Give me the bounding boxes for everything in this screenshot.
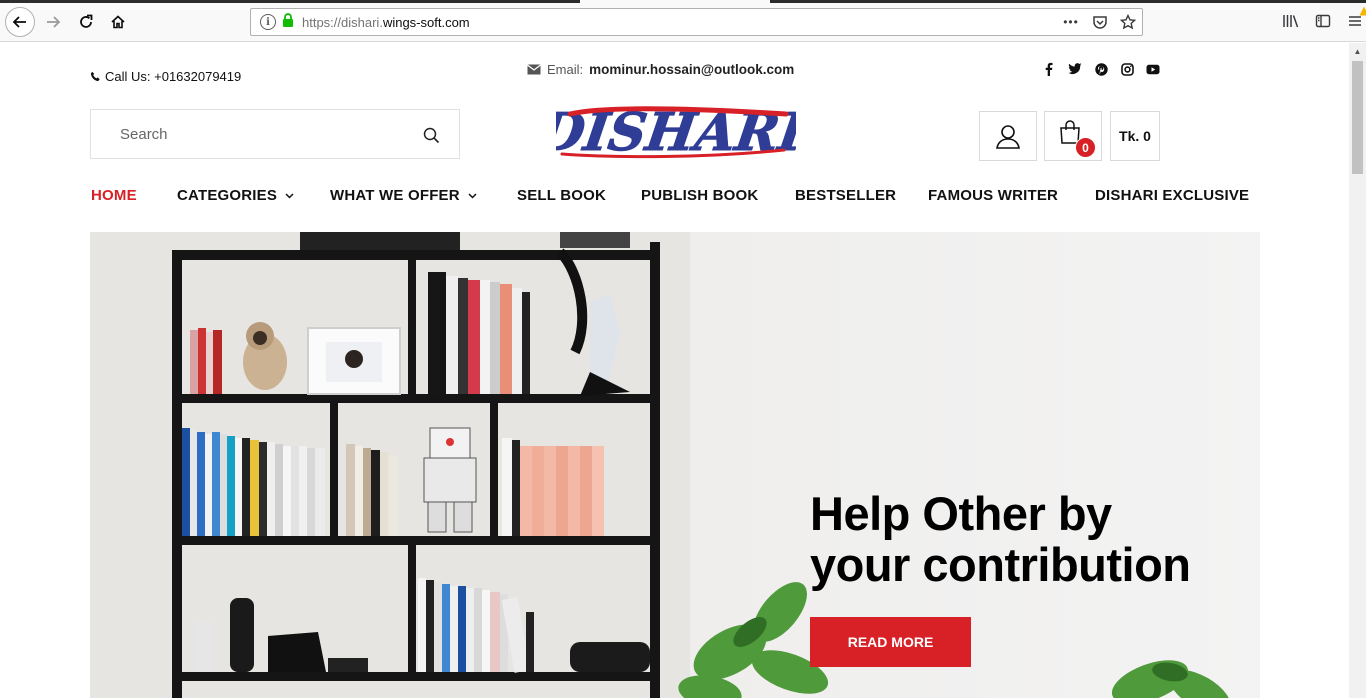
nav-dishari-exclusive[interactable]: DISHARI EXCLUSIVE: [1095, 187, 1249, 204]
reload-icon: [80, 14, 93, 28]
read-more-button[interactable]: READ MORE: [810, 617, 971, 667]
top-info-bar: Call Us: +01632079419 Email: mominur.hos…: [90, 43, 1260, 103]
nav-categories-label: CATEGORIES: [177, 187, 278, 204]
nav-what-we-offer-label: WHAT WE OFFER: [330, 187, 460, 204]
hero-title: Help Other by your contribution: [810, 488, 1191, 590]
nav-publish-book-label: PUBLISH BOOK: [641, 187, 759, 204]
vertical-scrollbar[interactable]: ▲: [1349, 43, 1366, 698]
arrow-left-icon: [12, 16, 26, 28]
cart-count-badge: 0: [1075, 137, 1096, 158]
browser-toolbar: i https://dishari.wings-soft.com •••: [0, 0, 1366, 42]
nav-famous-writer-label: FAMOUS WRITER: [928, 187, 1059, 204]
hero-title-line-2: your contribution: [810, 538, 1191, 591]
menu-icon[interactable]: [1344, 6, 1366, 32]
envelope-icon: [527, 64, 541, 75]
back-button[interactable]: [5, 7, 35, 37]
nav-bestseller-label: BESTSELLER: [795, 187, 897, 204]
nav-dishari-exclusive-label: DISHARI EXCLUSIVE: [1095, 187, 1250, 204]
email-address[interactable]: mominur.hossain@outlook.com: [589, 62, 794, 77]
search-icon[interactable]: [421, 125, 441, 145]
account-button[interactable]: [979, 111, 1037, 161]
toolbar-right: [1280, 6, 1366, 32]
arrow-right-icon: [47, 16, 61, 28]
hero-title-line-1: Help Other by: [810, 487, 1112, 540]
email-label: Email:: [547, 62, 584, 77]
cart-total[interactable]: Tk. 0: [1110, 111, 1160, 161]
call-us-text: Call Us: +01632079419: [105, 69, 242, 84]
email-info: Email: mominur.hossain@outlook.com: [527, 62, 794, 77]
cart-button[interactable]: 0: [1044, 111, 1102, 161]
facebook-icon[interactable]: [1042, 62, 1056, 76]
info-icon[interactable]: i: [260, 14, 276, 30]
library-icon[interactable]: [1280, 10, 1302, 32]
page-actions-icon[interactable]: •••: [1060, 12, 1082, 32]
home-icon: [111, 15, 125, 29]
active-tab-indicator: [580, 0, 770, 3]
hero-slider: Help Other by your contribution READ MOR…: [90, 232, 1260, 698]
scrollbar-thumb[interactable]: [1352, 61, 1363, 174]
nav-sell-book-label: SELL BOOK: [517, 187, 607, 204]
forward-button[interactable]: [38, 7, 68, 37]
url-domain: wings-soft.com: [382, 14, 470, 30]
site-logo[interactable]: DISHARI: [556, 100, 796, 162]
url-prefix: https://dishari.: [302, 14, 383, 30]
lock-icon: [282, 12, 294, 32]
pinterest-icon[interactable]: [1094, 62, 1108, 76]
web-page: Call Us: +01632079419 Email: mominur.hos…: [0, 43, 1349, 698]
reload-button[interactable]: [71, 7, 101, 37]
chevron-down-icon: [285, 192, 294, 199]
scroll-up-arrow-icon[interactable]: ▲: [1349, 43, 1366, 60]
call-us: Call Us: +01632079419: [90, 69, 241, 84]
nav-publish-book[interactable]: PUBLISH BOOK: [641, 187, 758, 204]
sidebar-icon[interactable]: [1312, 10, 1334, 32]
chevron-down-icon: [468, 192, 477, 199]
nav-home-label: HOME: [91, 187, 137, 204]
url-actions: •••: [1060, 12, 1138, 32]
home-button[interactable]: [103, 7, 133, 37]
twitter-icon[interactable]: [1068, 62, 1082, 76]
youtube-icon[interactable]: [1146, 62, 1160, 76]
hero-bookshelf-image: [90, 232, 1231, 698]
bookmark-star-icon[interactable]: [1118, 12, 1138, 32]
nav-sell-book[interactable]: SELL BOOK: [517, 187, 606, 204]
main-navigation: HOME CATEGORIES WHAT WE OFFER SELL BOOK …: [90, 187, 1260, 207]
url-bar[interactable]: i https://dishari.wings-soft.com •••: [250, 8, 1143, 36]
nav-categories[interactable]: CATEGORIES: [177, 187, 294, 204]
instagram-icon[interactable]: [1120, 62, 1134, 76]
pocket-icon[interactable]: [1090, 12, 1110, 32]
nav-what-we-offer[interactable]: WHAT WE OFFER: [330, 187, 477, 204]
nav-famous-writer[interactable]: FAMOUS WRITER: [928, 187, 1058, 204]
search-input[interactable]: [120, 125, 410, 143]
phone-icon: [90, 71, 100, 82]
social-links: [1042, 62, 1160, 76]
nav-bestseller[interactable]: BESTSELLER: [795, 187, 896, 204]
nav-home[interactable]: HOME: [91, 187, 137, 204]
url-text[interactable]: https://dishari.wings-soft.com: [302, 15, 470, 30]
warning-icon: [1359, 6, 1366, 16]
user-icon: [996, 125, 1020, 149]
search-box: [90, 109, 460, 159]
